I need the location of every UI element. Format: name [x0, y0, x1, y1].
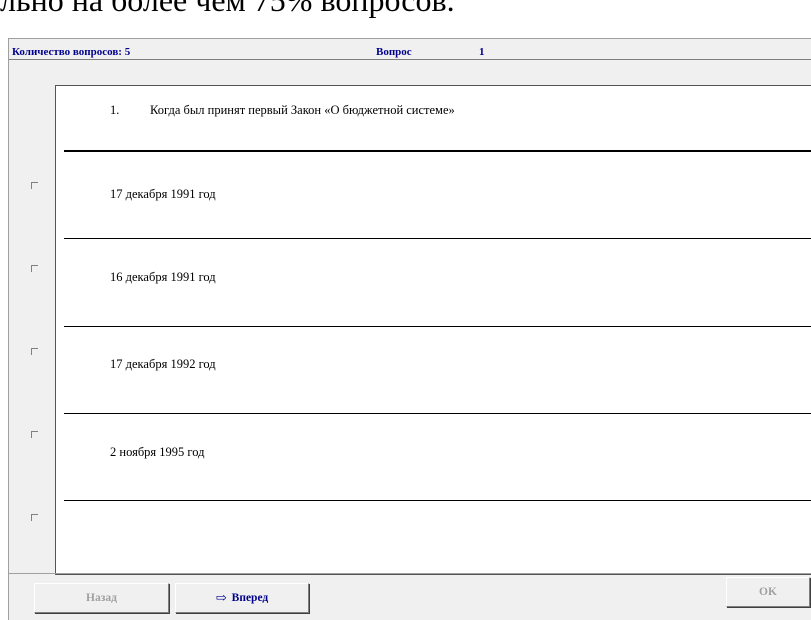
next-button-label: Вперед: [231, 592, 269, 604]
answer-option-1[interactable]: 17 декабря 1991 год: [110, 187, 216, 202]
answer-separator: [64, 413, 811, 414]
answer-option-2[interactable]: 16 декабря 1991 год: [110, 270, 216, 285]
answer-option-3[interactable]: 17 декабря 1992 год: [110, 357, 216, 372]
answer-checkbox-5[interactable]: [31, 514, 38, 521]
answer-checkbox-3[interactable]: [31, 348, 38, 355]
answer-separator: [64, 500, 811, 501]
question-count-label: Количество вопросов: 5: [12, 46, 131, 58]
answer-checkbox-1[interactable]: [31, 182, 38, 189]
ok-button-label: OK: [759, 586, 777, 598]
current-question-label: Вопрос: [376, 46, 412, 58]
back-button[interactable]: Назад: [34, 583, 169, 613]
answer-separator: [64, 326, 811, 327]
footer-divider: [9, 573, 811, 574]
answer-checkbox-2[interactable]: [31, 265, 38, 272]
answer-option-4[interactable]: 2 ноября 1995 год: [110, 445, 205, 460]
question-text: 1. Когда был принят первый Закон «О бюдже…: [110, 103, 455, 118]
document-caption-fragment: льно на более чем 75% вопросов.: [0, 0, 455, 18]
ok-button[interactable]: OK: [726, 577, 810, 607]
next-button[interactable]: ⇨ Вперед: [175, 583, 309, 613]
back-button-label: Назад: [86, 592, 117, 604]
test-header: Количество вопросов: 5 Вопрос 1: [9, 39, 811, 60]
question-separator: [64, 150, 811, 152]
question-body: Когда был принят первый Закон «О бюджетн…: [150, 103, 455, 117]
test-window: Количество вопросов: 5 Вопрос 1 1. Когда …: [8, 38, 811, 620]
arrow-right-icon: ⇨: [215, 590, 227, 605]
question-panel: 1. Когда был принят первый Закон «О бюдже…: [55, 85, 811, 575]
current-question-number: 1: [479, 46, 485, 58]
question-number: 1.: [110, 103, 120, 117]
answer-separator: [64, 238, 811, 239]
answer-checkbox-4[interactable]: [31, 431, 38, 438]
